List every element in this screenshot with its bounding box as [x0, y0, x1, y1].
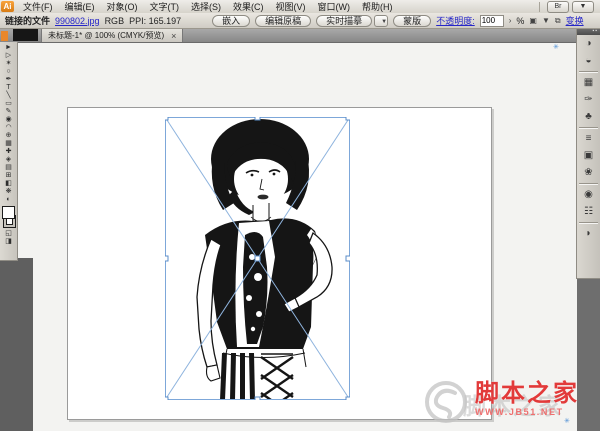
symbols-panel-icon[interactable]: ♣ — [577, 108, 600, 125]
gradient-panel-icon[interactable]: ◒ — [577, 52, 600, 69]
blob-brush-tool[interactable]: ◠ — [1, 124, 16, 132]
live-trace-button[interactable]: 实时描摹 — [316, 15, 372, 27]
linked-file-label: 链接的文件 — [5, 14, 50, 27]
pen-tool[interactable]: ✒ — [1, 76, 16, 84]
lasso-tool[interactable]: ○ — [1, 68, 16, 76]
panel-dock: ▪▪ ◑ ◒ ▦ ✑ ♣ ≡ ▣ ❀ ◉ ☷ ◗ — [576, 28, 600, 279]
transform-link[interactable]: 变换 — [566, 14, 584, 27]
graphic-styles-panel-icon[interactable]: ◗ — [577, 225, 600, 242]
brushes-panel-icon[interactable]: ✑ — [577, 91, 600, 108]
opacity-input[interactable] — [480, 15, 504, 27]
mesh-tool[interactable]: ❋ — [1, 188, 16, 196]
selection-handle[interactable] — [165, 117, 168, 120]
canvas-area[interactable] — [17, 42, 577, 431]
watermark-logo-icon — [423, 381, 469, 423]
workspace-switcher-button[interactable]: ▼ — [572, 1, 594, 13]
menu-file[interactable]: 文件(F) — [17, 0, 59, 13]
document-tab[interactable]: 未标题-1* @ 100% (CMYK/预览) × — [41, 28, 183, 42]
control-bar: 链接的文件 990802.jpg RGB PPI: 165.197 嵌入 编辑原… — [0, 13, 600, 29]
selection-handle[interactable] — [255, 117, 260, 120]
line-segment-tool[interactable]: ╲ — [1, 92, 16, 100]
selection-handle[interactable] — [346, 397, 350, 400]
watermark-site-name: 脚本之家 — [475, 381, 579, 407]
menu-type[interactable]: 文字(T) — [144, 0, 186, 13]
watermark-site-url: WWW.JB51.NET — [475, 407, 579, 417]
ppi-value: PPI: 165.197 — [129, 16, 181, 26]
fill-stroke-swatch[interactable] — [1, 206, 16, 230]
selection-handle[interactable] — [165, 397, 168, 400]
draw-mode-icon[interactable]: ◱ — [1, 230, 16, 238]
paintbrush-tool[interactable]: ✎ — [1, 108, 16, 116]
selection-handle[interactable] — [255, 256, 260, 261]
document-tab-title: 未标题-1* @ 100% (CMYK/预览) — [48, 30, 164, 41]
dock-separator — [579, 183, 598, 184]
dock-separator — [579, 71, 598, 72]
rectangle-tool[interactable]: ▭ — [1, 100, 16, 108]
symbol-sprayer-tool[interactable]: ⊞ — [1, 172, 16, 180]
sparkle-icon: ✳ — [564, 417, 570, 425]
embed-button[interactable]: 嵌入 — [212, 15, 250, 27]
edit-original-button[interactable]: 编辑原稿 — [255, 15, 311, 27]
menu-bar: Ai 文件(F) 编辑(E) 对象(O) 文字(T) 选择(S) 效果(C) 视… — [0, 0, 600, 14]
tools-panel: ► ▷ ✶ ○ ✒ T ╲ ▭ ✎ ◉ ◠ ⊕ ▦ ✚ ◈ ▤ ⊞ ◧ ❋ ◐ … — [0, 42, 18, 261]
selection-handle[interactable] — [346, 256, 350, 261]
column-graph-tool[interactable]: ◧ — [1, 180, 16, 188]
placed-image[interactable] — [165, 117, 350, 400]
swatches-panel-icon[interactable]: ▦ — [577, 74, 600, 91]
eraser-tool[interactable]: ⊕ — [1, 132, 16, 140]
fill-swatch[interactable] — [2, 206, 15, 219]
app-logo-icon: Ai — [1, 1, 14, 12]
bridge-button[interactable]: Br — [547, 1, 569, 13]
dock-header[interactable]: ▪▪ — [577, 28, 600, 35]
selection-handle[interactable] — [255, 397, 260, 400]
style-icon[interactable]: ▣ — [529, 16, 537, 25]
opacity-unit-label: % — [516, 16, 524, 26]
document-tab-bar: 未标题-1* @ 100% (CMYK/预览) × — [0, 28, 600, 43]
redacted-status-area — [0, 258, 33, 431]
free-transform-tool[interactable]: ▤ — [1, 164, 16, 172]
stroke-panel-icon[interactable]: ≡ — [577, 130, 600, 147]
live-trace-dropdown-arrow[interactable]: ▼ — [374, 15, 388, 27]
menu-select[interactable]: 选择(S) — [185, 0, 227, 13]
layers-panel-icon[interactable]: ▣ — [577, 147, 600, 164]
rotate-tool[interactable]: ▦ — [1, 140, 16, 148]
screen-mode-icon[interactable]: ◨ — [1, 238, 16, 246]
menu-window[interactable]: 窗口(W) — [312, 0, 357, 13]
selection-handle[interactable] — [346, 117, 350, 120]
color-mode-value: RGB — [105, 16, 125, 26]
fashion-illustration — [197, 119, 332, 400]
tab-close-icon[interactable]: × — [171, 31, 176, 41]
type-tool[interactable]: T — [1, 84, 16, 92]
info-panel-icon[interactable]: ☷ — [577, 203, 600, 220]
magic-wand-tool[interactable]: ✶ — [1, 60, 16, 68]
linked-file-name-link[interactable]: 990802.jpg — [55, 16, 100, 26]
menu-view[interactable]: 视图(V) — [270, 0, 312, 13]
isolate-selected-object-icon[interactable]: ⧉ — [555, 16, 561, 26]
navigator-panel-icon[interactable]: ◉ — [577, 186, 600, 203]
opacity-label-link[interactable]: 不透明度: — [436, 14, 475, 27]
dock-separator — [579, 222, 598, 223]
menu-object[interactable]: 对象(O) — [101, 0, 144, 13]
watermark: 脚本之家 脚本之家 WWW.JB51.NET — [423, 381, 579, 423]
mask-button[interactable]: 蒙版 — [393, 15, 431, 27]
pencil-tool[interactable]: ◉ — [1, 116, 16, 124]
sparkle-icon: ✳ — [553, 43, 559, 51]
appearance-panel-icon[interactable]: ❀ — [577, 164, 600, 181]
selection-tool[interactable]: ► — [1, 44, 16, 52]
opacity-stepper-icon[interactable]: › — [509, 16, 512, 25]
menu-separator — [539, 2, 540, 12]
menu-effect[interactable]: 效果(C) — [227, 0, 270, 13]
direct-selection-tool[interactable]: ▷ — [1, 52, 16, 60]
redacted-area — [13, 29, 38, 41]
dock-separator — [579, 127, 598, 128]
width-tool[interactable]: ◈ — [1, 156, 16, 164]
menu-edit[interactable]: 编辑(E) — [59, 0, 101, 13]
style-dropdown-arrow-icon[interactable]: ▼ — [542, 16, 550, 25]
selection-handle[interactable] — [165, 256, 168, 261]
scale-tool[interactable]: ✚ — [1, 148, 16, 156]
menu-help[interactable]: 帮助(H) — [356, 0, 399, 13]
gradient-tool[interactable]: ◐ — [1, 196, 16, 204]
color-panel-icon[interactable]: ◑ — [577, 35, 600, 52]
document-ai-icon — [1, 31, 8, 41]
